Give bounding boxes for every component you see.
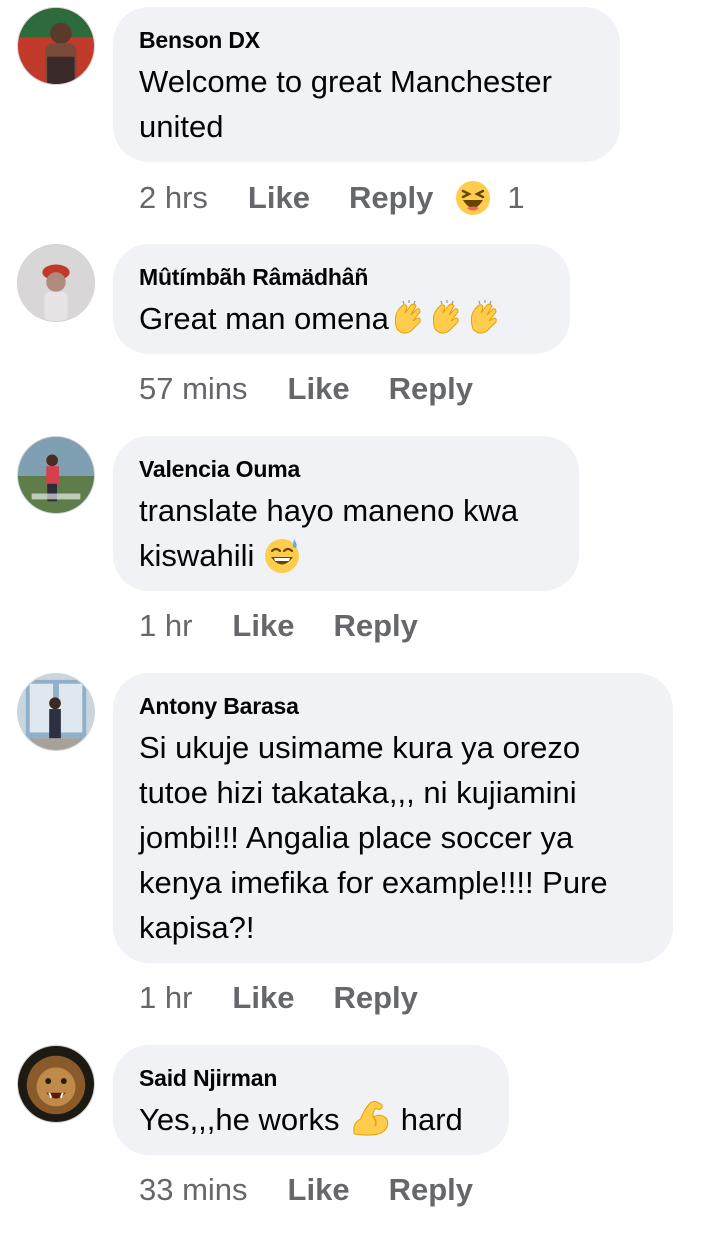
comment-actions: 1 hr Like Reply <box>139 978 418 1018</box>
comment-bubble: Antony Barasa Si ukuje usimame kura ya o… <box>113 673 673 963</box>
reaction-count: 1 <box>507 180 525 215</box>
comment-actions: 57 mins Like Reply <box>139 369 473 409</box>
comment-author[interactable]: Said Njirman <box>139 1065 483 1091</box>
avatar[interactable] <box>17 7 95 85</box>
comment-author[interactable]: Mûtímbãh Râmädhâñ <box>139 264 544 290</box>
comment-actions: 1 hr Like Reply <box>139 606 418 646</box>
comment-bubble: Said Njirman Yes,,,he works hard <box>113 1045 509 1155</box>
clapping-hands-icon <box>470 300 497 334</box>
like-button[interactable]: Like <box>288 369 350 409</box>
clapping-hands-icon <box>394 300 421 334</box>
comment-timestamp[interactable]: 1 hr <box>139 606 192 646</box>
avatar[interactable] <box>17 436 95 514</box>
like-button[interactable]: Like <box>232 606 294 646</box>
comment-author[interactable]: Benson DX <box>139 27 594 53</box>
comment-bubble: Valencia Ouma translate hayo maneno kwa k… <box>113 436 579 591</box>
comment-text: Great man omena <box>139 296 544 341</box>
comment-text-line: united <box>139 109 224 144</box>
comment-actions: 2 hrs Like Reply 1 <box>139 178 525 218</box>
comment-timestamp[interactable]: 33 mins <box>139 1170 248 1210</box>
reply-button[interactable]: Reply <box>389 1170 473 1210</box>
reply-button[interactable]: Reply <box>389 369 473 409</box>
grinning-sweat-face-icon <box>265 539 300 573</box>
clapping-hands-icon <box>432 300 459 334</box>
comment-timestamp[interactable]: 1 hr <box>139 978 192 1018</box>
comment-text-before: Yes,,,he works <box>139 1102 340 1137</box>
laughing-face-icon <box>456 181 491 215</box>
comment-text-line: kenya imefika for example!!!! Pure <box>139 865 608 900</box>
avatar-photo <box>18 1046 94 1122</box>
comment-text-line: translate hayo maneno kwa <box>139 493 519 528</box>
comment-text-after: hard <box>400 1102 463 1137</box>
like-button[interactable]: Like <box>288 1170 350 1210</box>
reply-button[interactable]: Reply <box>333 978 417 1018</box>
comment-text: translate hayo maneno kwa kiswahili <box>139 488 553 578</box>
comment-text: Welcome to great Manchester united <box>139 59 594 149</box>
avatar-photo <box>18 437 94 513</box>
comment-text-line: kapisa?! <box>139 910 255 945</box>
comment-bubble: Benson DX Welcome to great Manchester uni… <box>113 7 620 162</box>
comment-actions: 33 mins Like Reply <box>139 1170 473 1210</box>
avatar-photo <box>18 674 94 750</box>
comment-author[interactable]: Valencia Ouma <box>139 456 553 482</box>
comment-author[interactable]: Antony Barasa <box>139 693 647 719</box>
flexed-biceps-icon <box>353 1100 389 1136</box>
comment-bubble: Mûtímbãh Râmädhâñ Great man omena <box>113 244 570 354</box>
comment-text-line: Great man omena <box>139 301 389 336</box>
like-button[interactable]: Like <box>248 178 310 218</box>
comment-text-line: Welcome to great Manchester <box>139 64 552 99</box>
comment-timestamp[interactable]: 57 mins <box>139 369 248 409</box>
avatar-photo <box>18 245 94 321</box>
avatar[interactable] <box>17 244 95 322</box>
avatar-photo <box>18 8 94 84</box>
comment-text-line: jombi!!! Angalia place soccer ya <box>139 820 574 855</box>
like-button[interactable]: Like <box>232 978 294 1018</box>
reply-button[interactable]: Reply <box>349 178 433 218</box>
comment-text-line: kiswahili <box>139 538 255 573</box>
comment-text: Yes,,,he works hard <box>139 1097 483 1142</box>
avatar[interactable] <box>17 1045 95 1123</box>
comment-timestamp[interactable]: 2 hrs <box>139 178 208 218</box>
comment-text-line: Si ukuje usimame kura ya orezo <box>139 730 581 765</box>
avatar[interactable] <box>17 673 95 751</box>
reaction-summary[interactable]: 1 <box>455 178 525 218</box>
comment-text: Si ukuje usimame kura ya orezo tutoe hizi… <box>139 725 647 950</box>
reply-button[interactable]: Reply <box>333 606 417 646</box>
comment-text-line: tutoe hizi takataka,,, ni kujiamini <box>139 775 577 810</box>
